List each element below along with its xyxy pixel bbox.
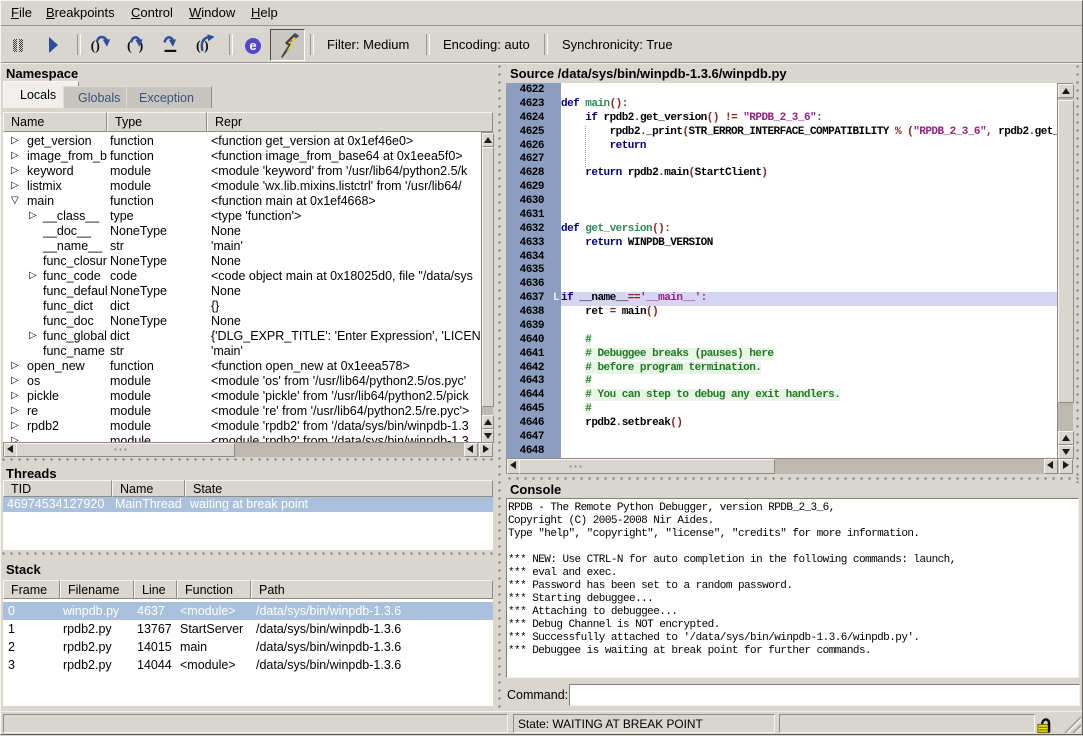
svg-text:(: ( (196, 39, 201, 54)
svg-text:): ) (204, 39, 209, 54)
svg-text:(): () (91, 39, 101, 54)
